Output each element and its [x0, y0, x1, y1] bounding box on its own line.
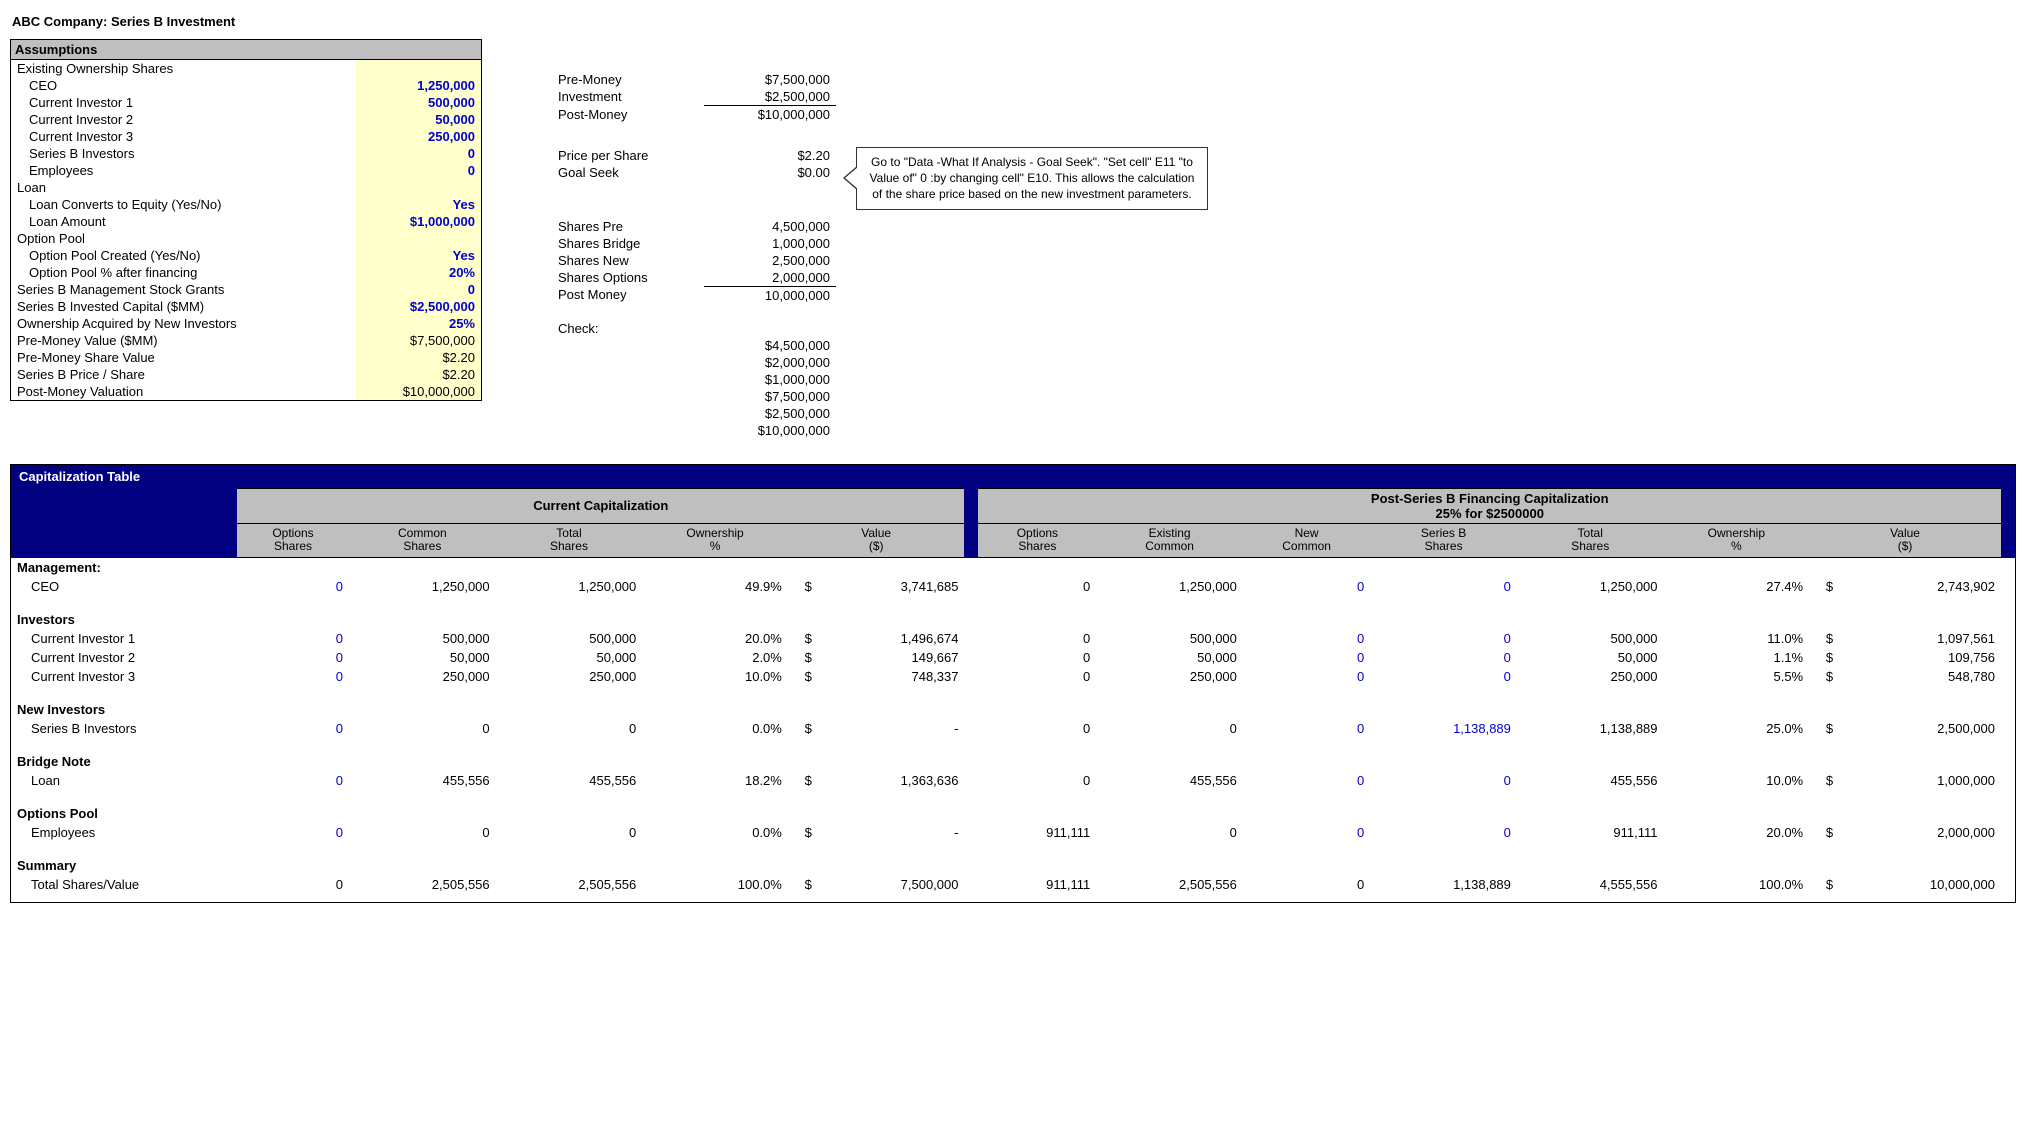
calc-investment: $2,500,000 — [704, 88, 836, 106]
loan-conv-label: Loan Converts to Equity (Yes/No) — [11, 196, 356, 213]
cap-table: Current Capitalization Post-Series B Fin… — [11, 488, 2015, 903]
col-total: TotalShares — [496, 523, 643, 558]
ceo-label: CEO — [11, 77, 356, 94]
ceo-value[interactable]: 1,250,000 — [356, 77, 481, 94]
serb-value[interactable]: 0 — [356, 145, 481, 162]
post-total: 10,000,000 — [704, 286, 836, 304]
table-row: Total Shares/Value02,505,5562,505,556100… — [11, 875, 2015, 894]
calc-postmoney: $10,000,000 — [704, 106, 836, 124]
table-row: CEO01,250,0001,250,00049.9%$3,741,68501,… — [11, 577, 2015, 596]
check-2: $2,000,000 — [704, 354, 836, 371]
premoney-label: Pre-Money Value ($MM) — [11, 332, 356, 349]
loan-amt-label: Loan Amount — [11, 213, 356, 230]
opool-created-label: Option Pool Created (Yes/No) — [11, 247, 356, 264]
loan-conv-value[interactable]: Yes — [356, 196, 481, 213]
opool-pct-value[interactable]: 20% — [356, 264, 481, 281]
calc-goalseek: $0.00 — [704, 164, 836, 181]
invested-value[interactable]: $2,500,000 — [356, 298, 481, 315]
table-row: Current Investor 10500,000500,00020.0%$1… — [11, 629, 2015, 648]
serb-label: Series B Investors — [11, 145, 356, 162]
shares-new-label: Shares New — [552, 252, 704, 269]
group-post: Post-Series B Financing Capitalization25… — [978, 488, 2001, 523]
shares-new: 2,500,000 — [704, 252, 836, 269]
col-total2: TotalShares — [1517, 523, 1664, 558]
cap-table-title: Capitalization Table — [11, 465, 2015, 488]
shares-pre: 4,500,000 — [704, 218, 836, 235]
col-opt: OptionsShares — [237, 523, 349, 558]
table-row: Series B Investors0000.0%$-0001,138,8891… — [11, 719, 2015, 738]
assumptions-header: Assumptions — [11, 40, 481, 60]
premoney-value: $7,500,000 — [356, 332, 481, 349]
serb-price-label: Series B Price / Share — [11, 366, 356, 383]
col-own: Ownership% — [642, 523, 788, 558]
pm-share-value: $2.20 — [356, 349, 481, 366]
table-row: Current Investor 2050,00050,0002.0%$149,… — [11, 648, 2015, 667]
col-own2: Ownership% — [1664, 523, 1810, 558]
col-newc: NewCommon — [1243, 523, 1370, 558]
assumptions-table: Existing Ownership Shares CEO1,250,000 C… — [11, 60, 481, 400]
table-row: Employees0000.0%$-911,111000911,11120.0%… — [11, 823, 2015, 842]
opool-pct-label: Option Pool % after financing — [11, 264, 356, 281]
mgmt-grants-label: Series B Management Stock Grants — [11, 281, 356, 298]
opool-created-value[interactable]: Yes — [356, 247, 481, 264]
assumptions-box: Assumptions Existing Ownership Shares CE… — [10, 39, 482, 401]
group-current: Current Capitalization — [237, 488, 964, 523]
shares-pre-label: Shares Pre — [552, 218, 704, 235]
col-opt2: OptionsShares — [978, 523, 1096, 558]
col-val2: Value($) — [1809, 523, 2001, 558]
pm-share-label: Pre-Money Share Value — [11, 349, 356, 366]
check-5: $2,500,000 — [704, 405, 836, 422]
check-4: $7,500,000 — [704, 388, 836, 405]
inv1-label: Current Investor 1 — [11, 94, 356, 111]
col-val: Value($) — [788, 523, 965, 558]
shares-opt-label: Shares Options — [552, 269, 704, 287]
col-serb: Series BShares — [1370, 523, 1517, 558]
table-row: Current Investor 30250,000250,00010.0%$7… — [11, 667, 2015, 686]
inv3-label: Current Investor 3 — [11, 128, 356, 145]
inv2-value[interactable]: 50,000 — [356, 111, 481, 128]
check-3: $1,000,000 — [704, 371, 836, 388]
table-row: Loan0455,556455,55618.2%$1,363,6360455,5… — [11, 771, 2015, 790]
postmoney-value: $10,000,000 — [356, 383, 481, 400]
postmoney-label: Post-Money Valuation — [11, 383, 356, 400]
serb-price-value: $2.20 — [356, 366, 481, 383]
inv3-value[interactable]: 250,000 — [356, 128, 481, 145]
inv1-value[interactable]: 500,000 — [356, 94, 481, 111]
emp-label: Employees — [11, 162, 356, 179]
post-total-label: Post Money — [552, 286, 704, 304]
page-title: ABC Company: Series B Investment — [12, 14, 2016, 29]
acquired-value[interactable]: 25% — [356, 315, 481, 332]
check-1: $4,500,000 — [704, 337, 836, 354]
calc-pps-label: Price per Share — [552, 147, 704, 164]
shares-bridge-label: Shares Bridge — [552, 235, 704, 252]
inv2-label: Current Investor 2 — [11, 111, 356, 128]
col-exist: ExistingCommon — [1096, 523, 1243, 558]
opool-label: Option Pool — [11, 230, 356, 247]
emp-value[interactable]: 0 — [356, 162, 481, 179]
calc-goalseek-label: Goal Seek — [552, 164, 704, 181]
calc-premoney-label: Pre-Money — [552, 71, 704, 88]
loan-amt-value[interactable]: $1,000,000 — [356, 213, 481, 230]
cap-table-wrap: Capitalization Table Current Capitalizat… — [10, 464, 2016, 904]
calc-premoney: $7,500,000 — [704, 71, 836, 88]
goalseek-callout: Go to "Data -What If Analysis - Goal See… — [856, 147, 1208, 210]
shares-bridge: 1,000,000 — [704, 235, 836, 252]
col-common: CommonShares — [349, 523, 496, 558]
shares-opt: 2,000,000 — [704, 269, 836, 287]
invested-label: Series B Invested Capital ($MM) — [11, 298, 356, 315]
check-label: Check: — [552, 320, 704, 337]
calc-pps: $2.20 — [704, 147, 836, 164]
check-6: $10,000,000 — [704, 422, 836, 439]
acquired-label: Ownership Acquired by New Investors — [11, 315, 356, 332]
loan-label: Loan — [11, 179, 356, 196]
calc-block: Pre-Money$7,500,000 Investment$2,500,000… — [552, 39, 1208, 439]
mgmt-grants-value[interactable]: 0 — [356, 281, 481, 298]
calc-postmoney-label: Post-Money — [552, 106, 704, 124]
calc-investment-label: Investment — [552, 88, 704, 106]
existing-shares-label: Existing Ownership Shares — [11, 60, 356, 77]
